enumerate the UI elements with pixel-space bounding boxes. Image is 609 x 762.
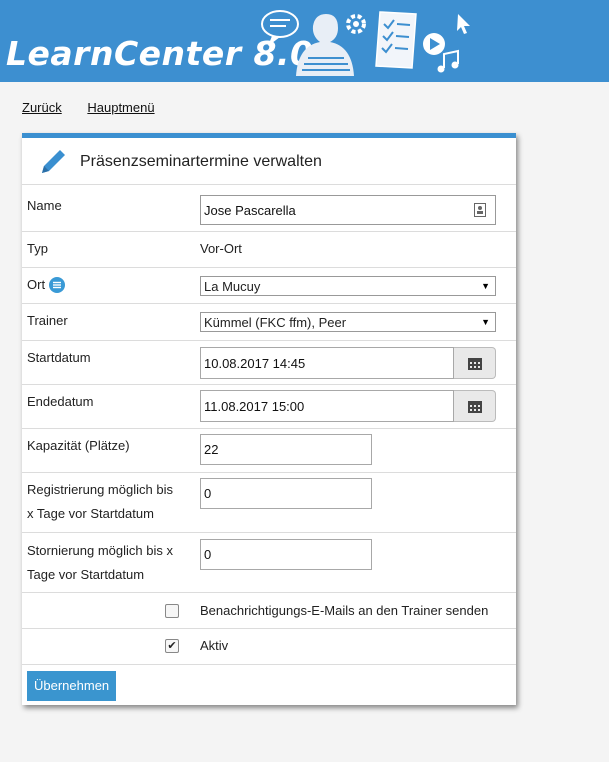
registrierung-value: 0 [204, 486, 212, 501]
registrierung-label: Registrierung möglich bis x Tage vor Sta… [27, 478, 173, 526]
stornierung-label-line2: Tage vor Startdatum [27, 567, 145, 582]
panel-header: Präsenzseminartermine verwalten [22, 138, 516, 185]
registrierung-field[interactable]: 0 [200, 478, 372, 509]
startdatum-calendar-button[interactable] [454, 347, 496, 379]
name-label: Name [27, 198, 62, 213]
play-button-icon [423, 33, 445, 55]
row-submit: Übernehmen [22, 665, 516, 705]
endedatum-field[interactable]: 11.08.2017 15:00 [200, 390, 454, 422]
stornierung-label-line1: Stornierung möglich bis x [27, 543, 173, 558]
form-panel: Präsenzseminartermine verwalten Name Jos… [22, 133, 516, 705]
dropdown-arrow-icon: ▼ [481, 281, 490, 291]
dropdown-arrow-icon: ▼ [481, 317, 490, 327]
row-endedatum: Endedatum 11.08.2017 15:00 [22, 385, 516, 429]
row-notify: Benachrichtigungs-E-Mails an den Trainer… [22, 593, 516, 629]
hero-illustration [261, 10, 470, 76]
ort-value: La Mucuy [204, 278, 261, 294]
pencil-icon [42, 150, 65, 173]
kapazitaet-field[interactable]: 22 [200, 434, 372, 465]
music-note-icon [437, 49, 459, 73]
ort-label-wrap: Ort [27, 273, 66, 297]
stornierung-value: 0 [204, 547, 212, 562]
trainer-select[interactable]: Kümmel (FKC ffm), Peer ▼ [200, 312, 496, 332]
trainer-value: Kümmel (FKC ffm), Peer [204, 314, 347, 330]
row-name: Name Jose Pascarella [22, 185, 516, 232]
app-header: LearnCenter 8.0 [0, 0, 609, 82]
notify-label: Benachrichtigungs-E-Mails an den Trainer… [200, 603, 489, 618]
startdatum-value: 10.08.2017 14:45 [204, 355, 306, 371]
startdatum-field[interactable]: 10.08.2017 14:45 [200, 347, 454, 379]
stornierung-label: Stornierung möglich bis x Tage vor Start… [27, 539, 173, 587]
row-registrierung: Registrierung möglich bis x Tage vor Sta… [22, 473, 516, 533]
submit-button[interactable]: Übernehmen [27, 671, 117, 701]
registrierung-label-line2: x Tage vor Startdatum [27, 506, 154, 521]
aktiv-checkbox[interactable]: ✔ [165, 639, 179, 653]
row-ort: Ort La Mucuy ▼ [22, 268, 516, 304]
calendar-icon [467, 400, 482, 413]
person-silhouette-icon [296, 14, 354, 76]
endedatum-label: Endedatum [27, 394, 94, 409]
kapazitaet-label: Kapazität (Plätze) [27, 438, 130, 453]
row-stornierung: Stornierung möglich bis x Tage vor Start… [22, 533, 516, 593]
row-startdatum: Startdatum 10.08.2017 14:45 [22, 341, 516, 385]
row-trainer: Trainer Kümmel (FKC ffm), Peer ▼ [22, 304, 516, 341]
name-field[interactable]: Jose Pascarella [200, 195, 496, 225]
ort-label: Ort [27, 277, 46, 292]
typ-value: Vor-Ort [200, 241, 242, 256]
name-value: Jose Pascarella [204, 202, 296, 218]
page-title: Präsenzseminartermine verwalten [80, 153, 322, 170]
ort-select[interactable]: La Mucuy ▼ [200, 276, 496, 296]
typ-label: Typ [27, 241, 48, 256]
top-navigation: Zurück Hauptmenü [22, 100, 177, 115]
contact-card-icon[interactable] [474, 203, 486, 217]
back-link[interactable]: Zurück [22, 100, 62, 115]
list-icon[interactable] [49, 277, 66, 293]
row-kapazitaet: Kapazität (Plätze) 22 [22, 429, 516, 473]
trainer-label: Trainer [27, 313, 68, 328]
notify-checkbox[interactable] [165, 604, 179, 618]
main-menu-link[interactable]: Hauptmenü [87, 100, 154, 115]
calendar-icon [467, 357, 482, 370]
row-typ: Typ Vor-Ort [22, 232, 516, 268]
checklist-document-icon [375, 11, 417, 69]
stornierung-field[interactable]: 0 [200, 539, 372, 570]
endedatum-calendar-button[interactable] [454, 390, 496, 422]
endedatum-value: 11.08.2017 15:00 [204, 398, 305, 414]
startdatum-label: Startdatum [27, 350, 91, 365]
registrierung-label-line1: Registrierung möglich bis [27, 482, 173, 497]
aktiv-label: Aktiv [200, 638, 229, 653]
kapazitaet-value: 22 [204, 442, 219, 457]
row-aktiv: ✔ Aktiv [22, 629, 516, 665]
gear-icon [346, 14, 366, 34]
cursor-icon [457, 14, 470, 34]
speech-bubble-icon [261, 10, 299, 46]
